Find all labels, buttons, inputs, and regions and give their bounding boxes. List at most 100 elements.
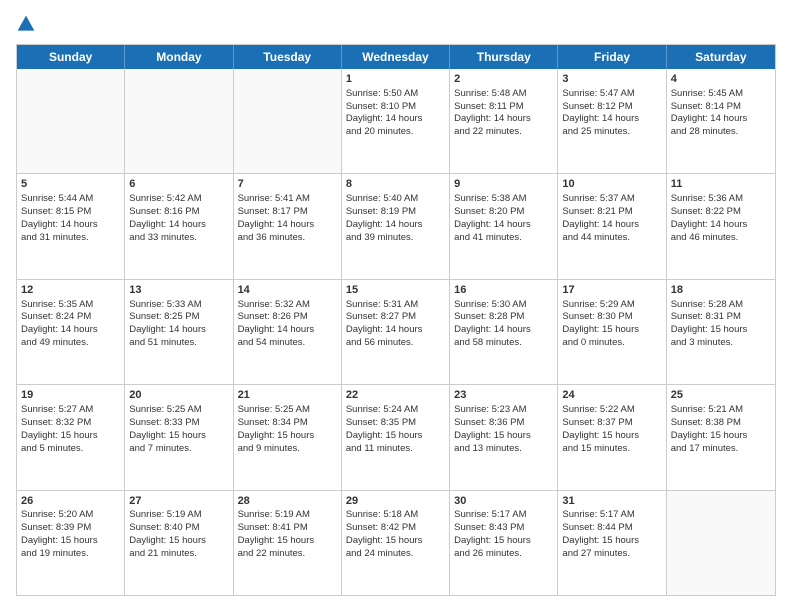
day-info-line: and 24 minutes.: [346, 548, 445, 561]
day-info-line: Daylight: 14 hours: [454, 113, 553, 126]
day-number: 18: [671, 283, 771, 298]
calendar-cell: 21Sunrise: 5:25 AMSunset: 8:34 PMDayligh…: [234, 385, 342, 489]
calendar-cell: 8Sunrise: 5:40 AMSunset: 8:19 PMDaylight…: [342, 174, 450, 278]
day-info-line: Daylight: 14 hours: [346, 113, 445, 126]
day-info-line: Sunrise: 5:19 AM: [238, 509, 337, 522]
day-info-line: Sunrise: 5:38 AM: [454, 193, 553, 206]
day-info-line: Daylight: 15 hours: [129, 535, 228, 548]
calendar-cell: 3Sunrise: 5:47 AMSunset: 8:12 PMDaylight…: [558, 69, 666, 173]
calendar-cell: [17, 69, 125, 173]
logo: [16, 16, 38, 34]
day-info-line: Sunrise: 5:24 AM: [346, 404, 445, 417]
day-info-line: and 20 minutes.: [346, 126, 445, 139]
day-info-line: Sunset: 8:30 PM: [562, 311, 661, 324]
day-info-line: Sunset: 8:38 PM: [671, 417, 771, 430]
calendar-cell: 9Sunrise: 5:38 AMSunset: 8:20 PMDaylight…: [450, 174, 558, 278]
day-number: 25: [671, 388, 771, 403]
day-info-line: Daylight: 14 hours: [671, 113, 771, 126]
day-info-line: Sunrise: 5:45 AM: [671, 88, 771, 101]
day-info-line: and 27 minutes.: [562, 548, 661, 561]
day-info-line: Sunrise: 5:37 AM: [562, 193, 661, 206]
day-info-line: Sunset: 8:36 PM: [454, 417, 553, 430]
day-info-line: Sunrise: 5:18 AM: [346, 509, 445, 522]
day-info-line: Sunset: 8:11 PM: [454, 101, 553, 114]
day-info-line: and 49 minutes.: [21, 337, 120, 350]
day-info-line: Sunrise: 5:40 AM: [346, 193, 445, 206]
day-info-line: Sunrise: 5:35 AM: [21, 299, 120, 312]
day-info-line: Daylight: 14 hours: [562, 113, 661, 126]
day-info-line: Daylight: 15 hours: [346, 430, 445, 443]
calendar-cell: 14Sunrise: 5:32 AMSunset: 8:26 PMDayligh…: [234, 280, 342, 384]
day-info-line: Sunrise: 5:22 AM: [562, 404, 661, 417]
header-cell-monday: Monday: [125, 45, 233, 69]
calendar-cell: 5Sunrise: 5:44 AMSunset: 8:15 PMDaylight…: [17, 174, 125, 278]
day-info-line: Daylight: 15 hours: [238, 430, 337, 443]
day-info-line: Sunset: 8:34 PM: [238, 417, 337, 430]
day-info-line: Daylight: 14 hours: [238, 219, 337, 232]
calendar-cell: 15Sunrise: 5:31 AMSunset: 8:27 PMDayligh…: [342, 280, 450, 384]
header-cell-friday: Friday: [558, 45, 666, 69]
day-info-line: Daylight: 15 hours: [21, 430, 120, 443]
calendar-cell: 10Sunrise: 5:37 AMSunset: 8:21 PMDayligh…: [558, 174, 666, 278]
day-info-line: Daylight: 14 hours: [346, 324, 445, 337]
calendar-cell: 11Sunrise: 5:36 AMSunset: 8:22 PMDayligh…: [667, 174, 775, 278]
logo-icon: [16, 14, 36, 34]
day-number: 9: [454, 177, 553, 192]
day-info-line: Sunset: 8:14 PM: [671, 101, 771, 114]
day-number: 22: [346, 388, 445, 403]
calendar-cell: 2Sunrise: 5:48 AMSunset: 8:11 PMDaylight…: [450, 69, 558, 173]
day-info-line: Sunset: 8:44 PM: [562, 522, 661, 535]
day-info-line: Daylight: 14 hours: [21, 324, 120, 337]
day-info-line: Daylight: 15 hours: [671, 430, 771, 443]
day-info-line: and 11 minutes.: [346, 443, 445, 456]
header-cell-saturday: Saturday: [667, 45, 775, 69]
day-info-line: Sunset: 8:42 PM: [346, 522, 445, 535]
calendar-cell: [667, 491, 775, 595]
day-number: 8: [346, 177, 445, 192]
day-info-line: Sunrise: 5:17 AM: [562, 509, 661, 522]
calendar-row-1: 5Sunrise: 5:44 AMSunset: 8:15 PMDaylight…: [17, 173, 775, 278]
day-info-line: Sunrise: 5:17 AM: [454, 509, 553, 522]
day-info-line: Sunrise: 5:47 AM: [562, 88, 661, 101]
calendar-cell: 23Sunrise: 5:23 AMSunset: 8:36 PMDayligh…: [450, 385, 558, 489]
day-info-line: Daylight: 14 hours: [129, 219, 228, 232]
calendar-row-2: 12Sunrise: 5:35 AMSunset: 8:24 PMDayligh…: [17, 279, 775, 384]
day-info-line: Sunset: 8:15 PM: [21, 206, 120, 219]
day-info-line: Sunrise: 5:25 AM: [129, 404, 228, 417]
calendar-cell: 22Sunrise: 5:24 AMSunset: 8:35 PMDayligh…: [342, 385, 450, 489]
day-info-line: and 7 minutes.: [129, 443, 228, 456]
day-number: 5: [21, 177, 120, 192]
day-info-line: Sunrise: 5:50 AM: [346, 88, 445, 101]
day-info-line: Sunrise: 5:23 AM: [454, 404, 553, 417]
day-info-line: Sunrise: 5:25 AM: [238, 404, 337, 417]
day-info-line: Sunrise: 5:41 AM: [238, 193, 337, 206]
day-info-line: and 21 minutes.: [129, 548, 228, 561]
day-info-line: Sunrise: 5:36 AM: [671, 193, 771, 206]
header-cell-wednesday: Wednesday: [342, 45, 450, 69]
header: [16, 16, 776, 34]
day-info-line: Sunrise: 5:29 AM: [562, 299, 661, 312]
day-info-line: Sunset: 8:20 PM: [454, 206, 553, 219]
day-info-line: Sunrise: 5:48 AM: [454, 88, 553, 101]
day-info-line: Sunrise: 5:30 AM: [454, 299, 553, 312]
day-info-line: Daylight: 15 hours: [562, 324, 661, 337]
day-info-line: and 25 minutes.: [562, 126, 661, 139]
day-info-line: Sunrise: 5:20 AM: [21, 509, 120, 522]
calendar-cell: 13Sunrise: 5:33 AMSunset: 8:25 PMDayligh…: [125, 280, 233, 384]
calendar-cell: 20Sunrise: 5:25 AMSunset: 8:33 PMDayligh…: [125, 385, 233, 489]
day-info-line: and 36 minutes.: [238, 232, 337, 245]
calendar-row-3: 19Sunrise: 5:27 AMSunset: 8:32 PMDayligh…: [17, 384, 775, 489]
day-info-line: Sunset: 8:25 PM: [129, 311, 228, 324]
day-info-line: Sunrise: 5:32 AM: [238, 299, 337, 312]
header-cell-thursday: Thursday: [450, 45, 558, 69]
day-info-line: Sunset: 8:19 PM: [346, 206, 445, 219]
day-info-line: Sunrise: 5:19 AM: [129, 509, 228, 522]
day-info-line: Sunset: 8:26 PM: [238, 311, 337, 324]
day-info-line: and 5 minutes.: [21, 443, 120, 456]
day-info-line: Sunset: 8:22 PM: [671, 206, 771, 219]
day-number: 29: [346, 494, 445, 509]
day-info-line: and 31 minutes.: [21, 232, 120, 245]
calendar-cell: 7Sunrise: 5:41 AMSunset: 8:17 PMDaylight…: [234, 174, 342, 278]
day-number: 14: [238, 283, 337, 298]
day-info-line: Sunset: 8:27 PM: [346, 311, 445, 324]
